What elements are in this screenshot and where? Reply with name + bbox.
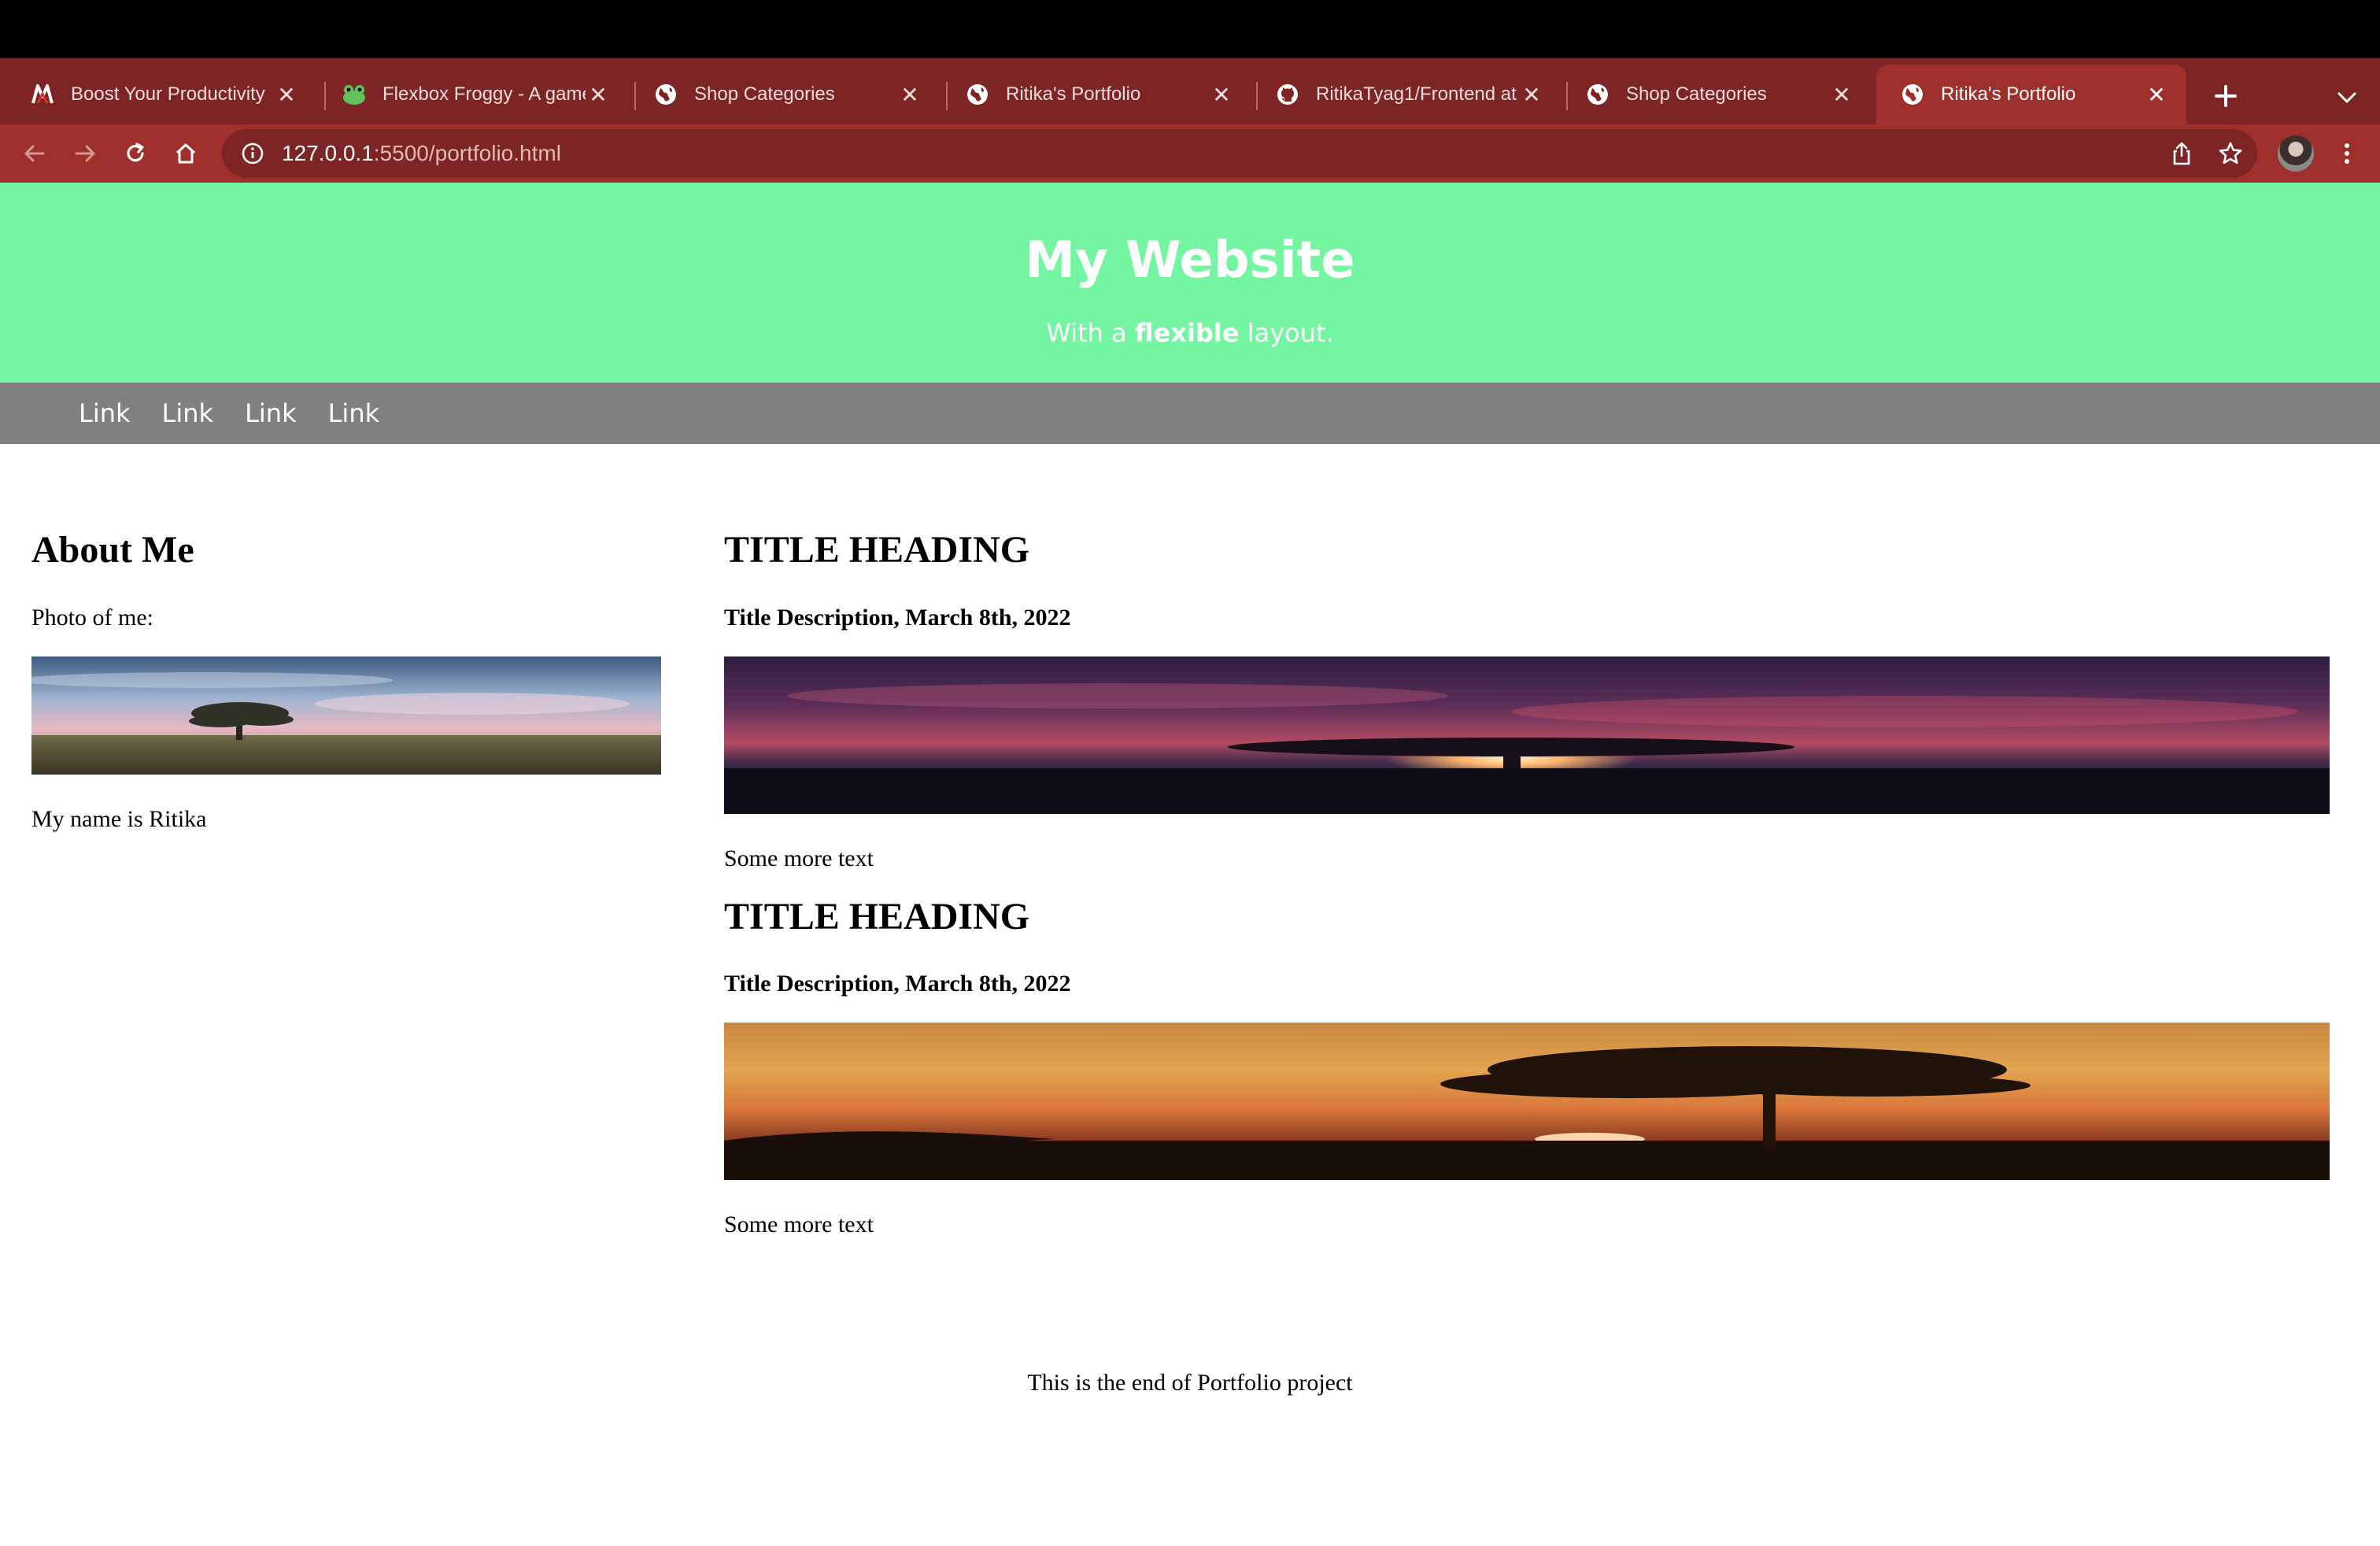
nav-link-2[interactable]: Link	[146, 398, 230, 428]
post-text: Some more text	[724, 1211, 874, 1238]
globe-icon	[965, 82, 990, 107]
chevron-down-icon	[2338, 92, 2356, 104]
tab-ritikas-portfolio-active[interactable]: Ritika's Portfolio ✕	[1876, 65, 2186, 124]
site-subtitle: With a flexible layout.	[0, 318, 2380, 348]
post-heading: TITLE HEADING	[724, 895, 1030, 938]
post-text: Some more text	[724, 845, 874, 871]
browser-toolbar: 127.0.0.1:5500/portfolio.html	[0, 124, 2380, 183]
post-image-sunset-orange	[724, 1023, 2330, 1181]
nav-link-1[interactable]: Link	[63, 398, 146, 428]
star-icon	[2219, 142, 2242, 165]
arrow-left-icon	[24, 145, 45, 162]
new-tab-button[interactable]	[2204, 74, 2248, 118]
nav-link-3[interactable]: Link	[229, 398, 312, 428]
reload-icon	[127, 142, 144, 162]
browser-tab-strip: Boost Your Productivity ✕ Flexbox Froggy…	[0, 58, 2380, 124]
tab-github-frontend[interactable]: RitikaTyag1/Frontend at ✕	[1251, 65, 1561, 124]
tab-label: Ritika's Portfolio	[1006, 83, 1141, 105]
post-image-sunset-purple	[724, 656, 2330, 814]
site-header: My Website With a flexible layout.	[0, 183, 2380, 383]
post-description: Title Description, March 8th, 2022	[724, 971, 1071, 997]
bio-text: My name is Ritika	[31, 805, 207, 832]
subtitle-bold: flexible	[1134, 318, 1240, 349]
browser-menu-button[interactable]	[2326, 133, 2367, 174]
main-column: TITLE HEADING Title Description, March 8…	[724, 527, 2330, 1238]
tab-shop-categories[interactable]: Shop Categories ✕	[630, 65, 940, 124]
profile-avatar[interactable]	[2278, 135, 2314, 172]
tab-label: Shop Categories	[694, 83, 835, 105]
share-icon	[2173, 142, 2190, 165]
kebab-menu-icon	[2345, 143, 2349, 164]
info-icon[interactable]	[239, 140, 266, 167]
globe-icon	[1585, 82, 1610, 107]
tab-ritikas-portfolio[interactable]: Ritika's Portfolio ✕	[941, 65, 1251, 124]
url-host: 127.0.0.1	[282, 141, 374, 165]
photo-label: Photo of me:	[31, 604, 153, 631]
reload-button[interactable]	[115, 133, 156, 174]
url-path: :5500/portfolio.html	[373, 141, 561, 165]
subtitle-text: With a	[1046, 318, 1135, 349]
globe-icon	[653, 82, 678, 107]
share-button[interactable]	[2161, 133, 2202, 174]
subtitle-text-end: layout.	[1239, 318, 1334, 349]
back-button[interactable]	[14, 133, 55, 174]
globe-icon	[1900, 82, 1925, 107]
post-description: Title Description, March 8th, 2022	[724, 604, 1071, 631]
nav-link-4[interactable]: Link	[312, 398, 396, 428]
side-column: About Me Photo of me: My name is Ritika	[31, 527, 661, 833]
tab-label: Ritika's Portfolio	[1941, 83, 2076, 105]
tab-boost-productivity[interactable]: Boost Your Productivity ✕	[6, 65, 316, 124]
close-icon[interactable]: ✕	[1519, 82, 1544, 108]
home-button[interactable]	[165, 133, 206, 174]
close-icon[interactable]: ✕	[2144, 82, 2169, 108]
url-text: 127.0.0.1:5500/portfolio.html	[282, 141, 561, 166]
arrow-right-icon	[75, 145, 95, 162]
tab-search-button[interactable]	[2325, 76, 2369, 120]
profile-photo	[31, 656, 661, 775]
plus-icon	[2215, 85, 2237, 107]
tab-label: Shop Categories	[1626, 83, 1767, 105]
forward-button[interactable]	[65, 133, 105, 174]
tab-label: RitikaTyag1/Frontend at	[1316, 83, 1517, 105]
tab-flexbox-froggy[interactable]: Flexbox Froggy - A game ✕	[318, 65, 628, 124]
tab-shop-categories-2[interactable]: Shop Categories ✕	[1561, 65, 1872, 124]
close-icon[interactable]: ✕	[1829, 82, 1854, 108]
site-title: My Website	[1025, 231, 1355, 290]
post-1: TITLE HEADING Title Description, March 8…	[724, 527, 2330, 872]
close-icon[interactable]: ✕	[1209, 82, 1234, 108]
bookmark-button[interactable]	[2210, 133, 2251, 174]
close-icon[interactable]: ✕	[586, 82, 611, 108]
m-logo-icon	[30, 82, 55, 107]
web-page: My Website With a flexible layout. Link …	[0, 183, 2380, 1546]
github-icon	[1275, 82, 1300, 107]
os-top-bar	[0, 0, 2380, 58]
post-2: TITLE HEADING Title Description, March 8…	[724, 894, 2330, 1239]
frog-icon	[342, 82, 367, 107]
about-heading: About Me	[31, 529, 194, 571]
navbar: Link Link Link Link	[0, 383, 2380, 444]
address-bar[interactable]: 127.0.0.1:5500/portfolio.html	[222, 129, 2257, 178]
tab-label: Flexbox Froggy - A game	[382, 83, 586, 105]
close-icon[interactable]: ✕	[897, 82, 922, 108]
close-icon[interactable]: ✕	[274, 82, 299, 108]
footer-text: This is the end of Portfolio project	[1027, 1370, 1353, 1396]
post-heading: TITLE HEADING	[724, 529, 1030, 571]
tab-label: Boost Your Productivity	[71, 83, 265, 105]
home-icon	[176, 143, 196, 164]
